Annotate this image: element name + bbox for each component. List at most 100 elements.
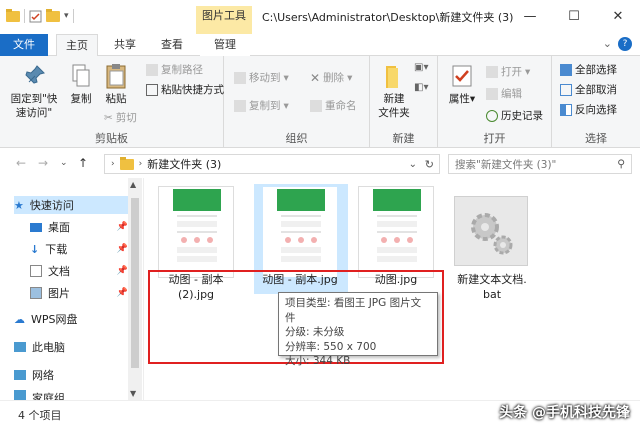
tab-file[interactable]: 文件 xyxy=(0,34,48,56)
recent-chevron-icon[interactable]: ⌄ xyxy=(60,158,68,168)
sidebar-item-this-pc[interactable]: 此电脑 xyxy=(14,338,130,356)
folder-icon[interactable] xyxy=(6,8,20,22)
paste-icon xyxy=(102,62,130,90)
refresh-icon[interactable]: ↻ xyxy=(425,158,434,171)
new-item-icon[interactable]: ▣▾ xyxy=(414,62,428,73)
search-input[interactable]: 搜索"新建文件夹 (3)" ⚲ xyxy=(448,154,632,174)
open-button[interactable]: 打开 ▾ xyxy=(486,64,530,79)
rename-icon xyxy=(310,99,322,112)
address-dropdown-icon[interactable]: ⌄ xyxy=(409,159,417,170)
maximize-button[interactable]: ☐ xyxy=(552,0,596,32)
invert-selection-icon xyxy=(560,103,572,116)
network-icon xyxy=(14,370,26,380)
breadcrumb-chevron-icon: › xyxy=(111,159,115,169)
scroll-up-icon[interactable]: ▲ xyxy=(130,180,136,189)
batch-file-icon[interactable] xyxy=(454,196,528,266)
close-button[interactable]: ✕ xyxy=(596,0,640,32)
copy-to-button[interactable]: 复制到 ▾ xyxy=(234,98,289,113)
document-icon xyxy=(30,265,42,277)
delete-button[interactable]: ✕ 删除 ▾ xyxy=(310,70,352,85)
sidebar-item-wps[interactable]: ☁ WPS网盘 xyxy=(14,310,130,328)
sidebar-item-desktop[interactable]: 桌面 📌 xyxy=(30,218,128,236)
ribbon: 固定到"快速访问" 复制 粘贴 复制路径 粘贴快捷方式 ✂ 剪切 剪贴板 移动到 ▾… xyxy=(0,56,640,148)
pin-quick-access-button[interactable]: 固定到"快速访问" xyxy=(6,62,62,120)
properties-icon xyxy=(448,62,476,90)
sidebar-item-quick-access[interactable]: ★ 快速访问 xyxy=(14,196,128,214)
help-icon[interactable]: ? xyxy=(618,37,632,51)
rename-button[interactable]: 重命名 xyxy=(310,98,357,113)
sidebar-item-downloads[interactable]: ↓ 下载 📌 xyxy=(30,240,128,258)
search-icon: ⚲ xyxy=(617,158,625,170)
properties-button[interactable]: 属性▾ xyxy=(446,62,478,106)
file-name[interactable]: 新建文本文档. bat xyxy=(444,272,540,302)
picture-tools-tab-header: 图片工具 xyxy=(196,6,252,34)
ribbon-tabs: 文件 主页 共享 查看 管理 ⌄ ? xyxy=(0,34,640,56)
gear-icon xyxy=(471,213,513,255)
pin-icon: 📌 xyxy=(116,266,128,276)
cloud-icon: ☁ xyxy=(14,312,25,326)
sidebar-item-network[interactable]: 网络 xyxy=(14,366,130,384)
pin-icon: 📌 xyxy=(116,288,128,298)
organize-group: 移动到 ▾ ✕ 删除 ▾ 复制到 ▾ 重命名 组织 xyxy=(224,56,370,148)
back-arrow-icon[interactable]: ← xyxy=(16,156,26,170)
address-row: ← → ⌄ ↑ › › 新建文件夹 (3) ⌄ ↻ 搜索"新建文件夹 (3)" … xyxy=(0,148,640,178)
file-thumbnail[interactable] xyxy=(158,186,234,278)
copy-path-icon xyxy=(146,63,158,76)
paste-shortcut-icon xyxy=(146,83,158,96)
forward-arrow-icon[interactable]: → xyxy=(38,156,48,170)
new-folder-button[interactable]: 新建 文件夹 xyxy=(376,62,412,120)
breadcrumb[interactable]: 新建文件夹 (3) xyxy=(147,156,221,172)
clipboard-group: 固定到"快速访问" 复制 粘贴 复制路径 粘贴快捷方式 ✂ 剪切 剪贴板 xyxy=(0,56,224,148)
scrollbar-thumb[interactable] xyxy=(131,198,139,368)
navigation-pane: ★ 快速访问 桌面 📌 ↓ 下载 📌 文档 📌 图片 📌 ☁ WPS网盘 此电脑 网络 家庭组 xyxy=(0,178,144,400)
homegroup-icon xyxy=(14,390,26,400)
tab-manage[interactable]: 管理 xyxy=(200,34,250,56)
minimize-button[interactable]: — xyxy=(508,0,552,32)
computer-icon xyxy=(14,342,26,352)
watermark: 头条 @手机科技先锋 xyxy=(499,405,630,421)
scroll-down-icon[interactable]: ▼ xyxy=(130,389,136,398)
invert-selection-button[interactable]: 反向选择 xyxy=(560,102,617,117)
desktop-icon xyxy=(30,222,42,232)
cut-button[interactable]: ✂ 剪切 xyxy=(104,110,137,125)
tab-view[interactable]: 查看 xyxy=(152,34,192,56)
easy-access-icon[interactable]: ◧▾ xyxy=(414,82,428,93)
up-arrow-icon[interactable]: ↑ xyxy=(78,156,88,170)
new-folder-icon[interactable] xyxy=(46,8,60,22)
explorer-window: ▾ 图片工具 C:\Users\Administrator\Desktop\新建… xyxy=(0,0,640,430)
window-title: C:\Users\Administrator\Desktop\新建文件夹 (3) xyxy=(262,11,514,24)
copy-path-button[interactable]: 复制路径 xyxy=(146,62,203,77)
file-thumbnail[interactable] xyxy=(262,186,338,278)
copy-button[interactable]: 复制 xyxy=(66,62,96,106)
select-none-icon xyxy=(560,83,572,96)
quick-access-toolbar: ▾ xyxy=(6,8,74,23)
ribbon-expand-icon[interactable]: ⌄ xyxy=(603,37,612,51)
title-bar: ▾ 图片工具 C:\Users\Administrator\Desktop\新建… xyxy=(0,0,640,34)
address-bar[interactable]: › › 新建文件夹 (3) ⌄ ↻ xyxy=(104,154,440,174)
select-none-button[interactable]: 全部取消 xyxy=(560,82,617,97)
nav-scrollbar[interactable]: ▲ ▼ xyxy=(128,178,142,400)
status-bar: 4 个项目 头条 @手机科技先锋 xyxy=(0,400,640,430)
history-button[interactable]: 历史记录 xyxy=(486,108,543,123)
download-arrow-icon: ↓ xyxy=(30,242,40,256)
edit-button[interactable]: 编辑 xyxy=(486,86,522,101)
customize-toolbar-icon[interactable]: ▾ xyxy=(64,11,69,21)
move-to-icon xyxy=(234,71,246,84)
sidebar-item-pictures[interactable]: 图片 📌 xyxy=(30,284,128,302)
sidebar-item-documents[interactable]: 文档 📌 xyxy=(30,262,128,280)
select-all-button[interactable]: 全部选择 xyxy=(560,62,617,77)
sidebar-item-homegroup[interactable]: 家庭组 xyxy=(14,390,130,400)
file-thumbnail[interactable] xyxy=(358,186,434,278)
tab-share[interactable]: 共享 xyxy=(106,34,144,56)
properties-check-icon[interactable] xyxy=(29,10,42,23)
app-screenshot-thumbnail xyxy=(277,189,325,275)
paste-shortcut-button[interactable]: 粘贴快捷方式 xyxy=(146,82,224,97)
new-folder-big-icon xyxy=(380,62,408,90)
tab-home[interactable]: 主页 xyxy=(56,34,98,56)
paste-button[interactable]: 粘贴 xyxy=(100,62,132,106)
history-icon xyxy=(486,109,498,122)
delete-x-icon: ✕ xyxy=(310,70,321,85)
select-group: 全部选择 全部取消 反向选择 选择 xyxy=(552,56,640,148)
move-to-button[interactable]: 移动到 ▾ xyxy=(234,70,289,85)
new-group: 新建 文件夹 ▣▾ ◧▾ 新建 xyxy=(370,56,438,148)
